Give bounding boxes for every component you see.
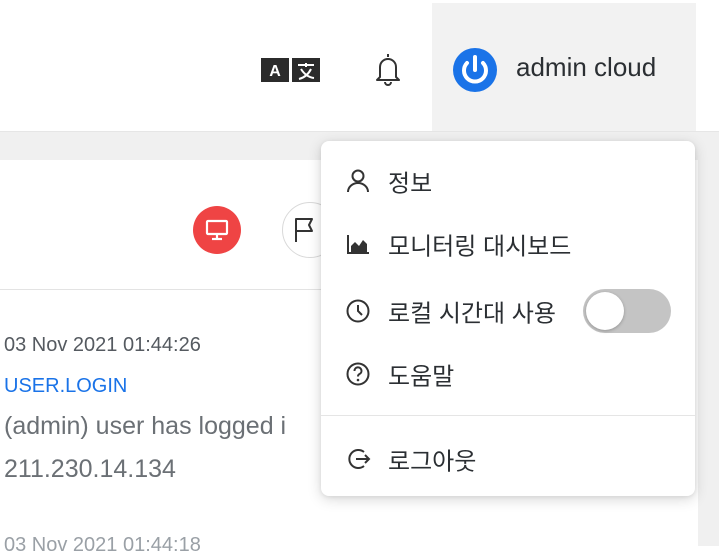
log-divider: [0, 289, 330, 290]
local-timezone-toggle[interactable]: [583, 289, 671, 333]
top-header: A admin cloud: [0, 0, 719, 132]
flag-icon: [295, 218, 313, 242]
menu-item-label: 로그아웃: [388, 448, 477, 476]
user-dropdown-menu: 정보 모니터링 대시보드 로컬 시간대 사용 도움말 로그아웃: [321, 141, 695, 496]
monitor-button[interactable]: [193, 206, 241, 254]
menu-item-profile[interactable]: 정보: [321, 153, 695, 209]
log-message: (admin) user has logged i: [4, 412, 287, 440]
svg-text:A: A: [269, 63, 281, 80]
translate-icon[interactable]: A: [261, 57, 321, 88]
monitor-icon: [205, 219, 229, 241]
log-timestamp: 03 Nov 2021 01:44:26: [4, 334, 201, 356]
menu-divider: [321, 415, 695, 416]
menu-item-label: 모니터링 대시보드: [388, 233, 572, 261]
power-icon[interactable]: [452, 47, 498, 98]
menu-item-dashboard[interactable]: 모니터링 대시보드: [321, 216, 695, 272]
bell-icon[interactable]: [374, 51, 402, 92]
menu-item-label: 도움말: [388, 363, 455, 391]
logout-icon: [345, 446, 371, 472]
menu-item-label: 로컬 시간대 사용: [388, 300, 556, 328]
log-ip-address: 211.230.14.134: [4, 455, 176, 483]
user-icon: [345, 168, 371, 194]
toggle-knob: [586, 292, 624, 330]
user-name[interactable]: admin cloud: [516, 52, 656, 83]
help-circle-icon: [345, 361, 371, 387]
log-event-link[interactable]: USER.LOGIN: [4, 375, 127, 398]
clock-icon: [345, 298, 371, 324]
menu-item-label: 정보: [388, 170, 433, 198]
area-chart-icon: [345, 231, 371, 257]
menu-item-help[interactable]: 도움말: [321, 346, 695, 402]
menu-item-logout[interactable]: 로그아웃: [321, 431, 695, 487]
